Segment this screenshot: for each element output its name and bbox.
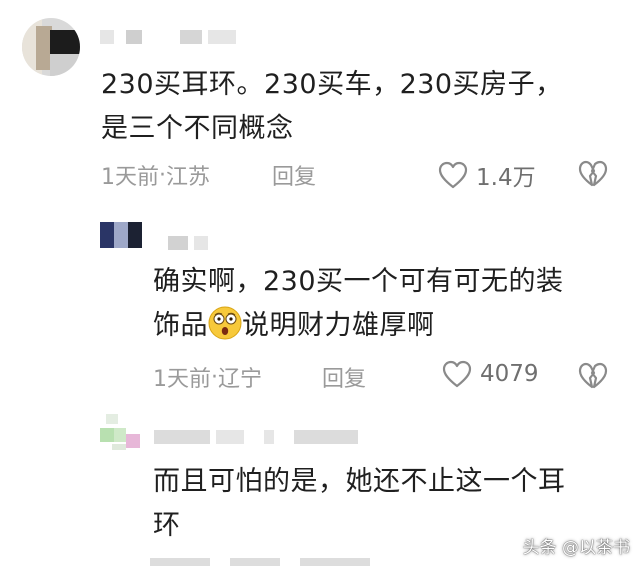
comment-location: 辽宁 xyxy=(218,367,263,392)
comment-text: 确实啊，230买一个可有可无的装 饰品 说明财力雄厚啊 xyxy=(153,260,613,348)
comment-text-line2-after: 说明财力雄厚啊 xyxy=(242,310,435,341)
broken-heart-icon xyxy=(578,160,608,187)
like-count: 1.4万 xyxy=(476,165,536,191)
astonished-emoji-icon xyxy=(208,306,242,340)
like-button[interactable]: 4079 xyxy=(442,360,539,388)
comment-text-line2-before: 饰品 xyxy=(153,310,208,341)
comment-text-line1: 确实啊，230买一个可有可无的装 xyxy=(153,266,564,297)
reply-button[interactable]: 回复 xyxy=(272,160,316,190)
reply-button[interactable]: 回复 xyxy=(322,362,366,392)
dislike-button[interactable] xyxy=(578,362,608,394)
dislike-button[interactable] xyxy=(578,160,608,192)
avatar[interactable] xyxy=(22,18,80,76)
comment-meta: 1天前 · 辽宁 xyxy=(153,362,263,393)
cut-off-comment-preview xyxy=(150,556,390,566)
comment-meta: 1天前 · 江苏 xyxy=(101,160,211,191)
comment-time: 1天前 xyxy=(101,165,159,190)
like-count: 4079 xyxy=(480,361,539,387)
heart-outline-icon xyxy=(442,360,472,388)
avatar[interactable] xyxy=(100,222,142,248)
broken-heart-icon xyxy=(578,362,608,389)
comment-time: 1天前 xyxy=(153,367,211,392)
meta-separator: · xyxy=(211,364,218,390)
watermark: 头条 @以茶书 xyxy=(522,538,630,558)
comment-text: 230买耳环。230买车，230买房子， 是三个不同概念 xyxy=(101,69,563,144)
username-blurred[interactable] xyxy=(154,430,374,444)
username-blurred[interactable] xyxy=(100,30,250,44)
avatar[interactable] xyxy=(100,410,140,450)
heart-outline-icon xyxy=(438,161,468,189)
comment-location: 江苏 xyxy=(166,165,211,190)
like-button[interactable]: 1.4万 xyxy=(438,158,536,192)
username-blurred[interactable] xyxy=(168,236,228,250)
meta-separator: · xyxy=(159,162,166,188)
